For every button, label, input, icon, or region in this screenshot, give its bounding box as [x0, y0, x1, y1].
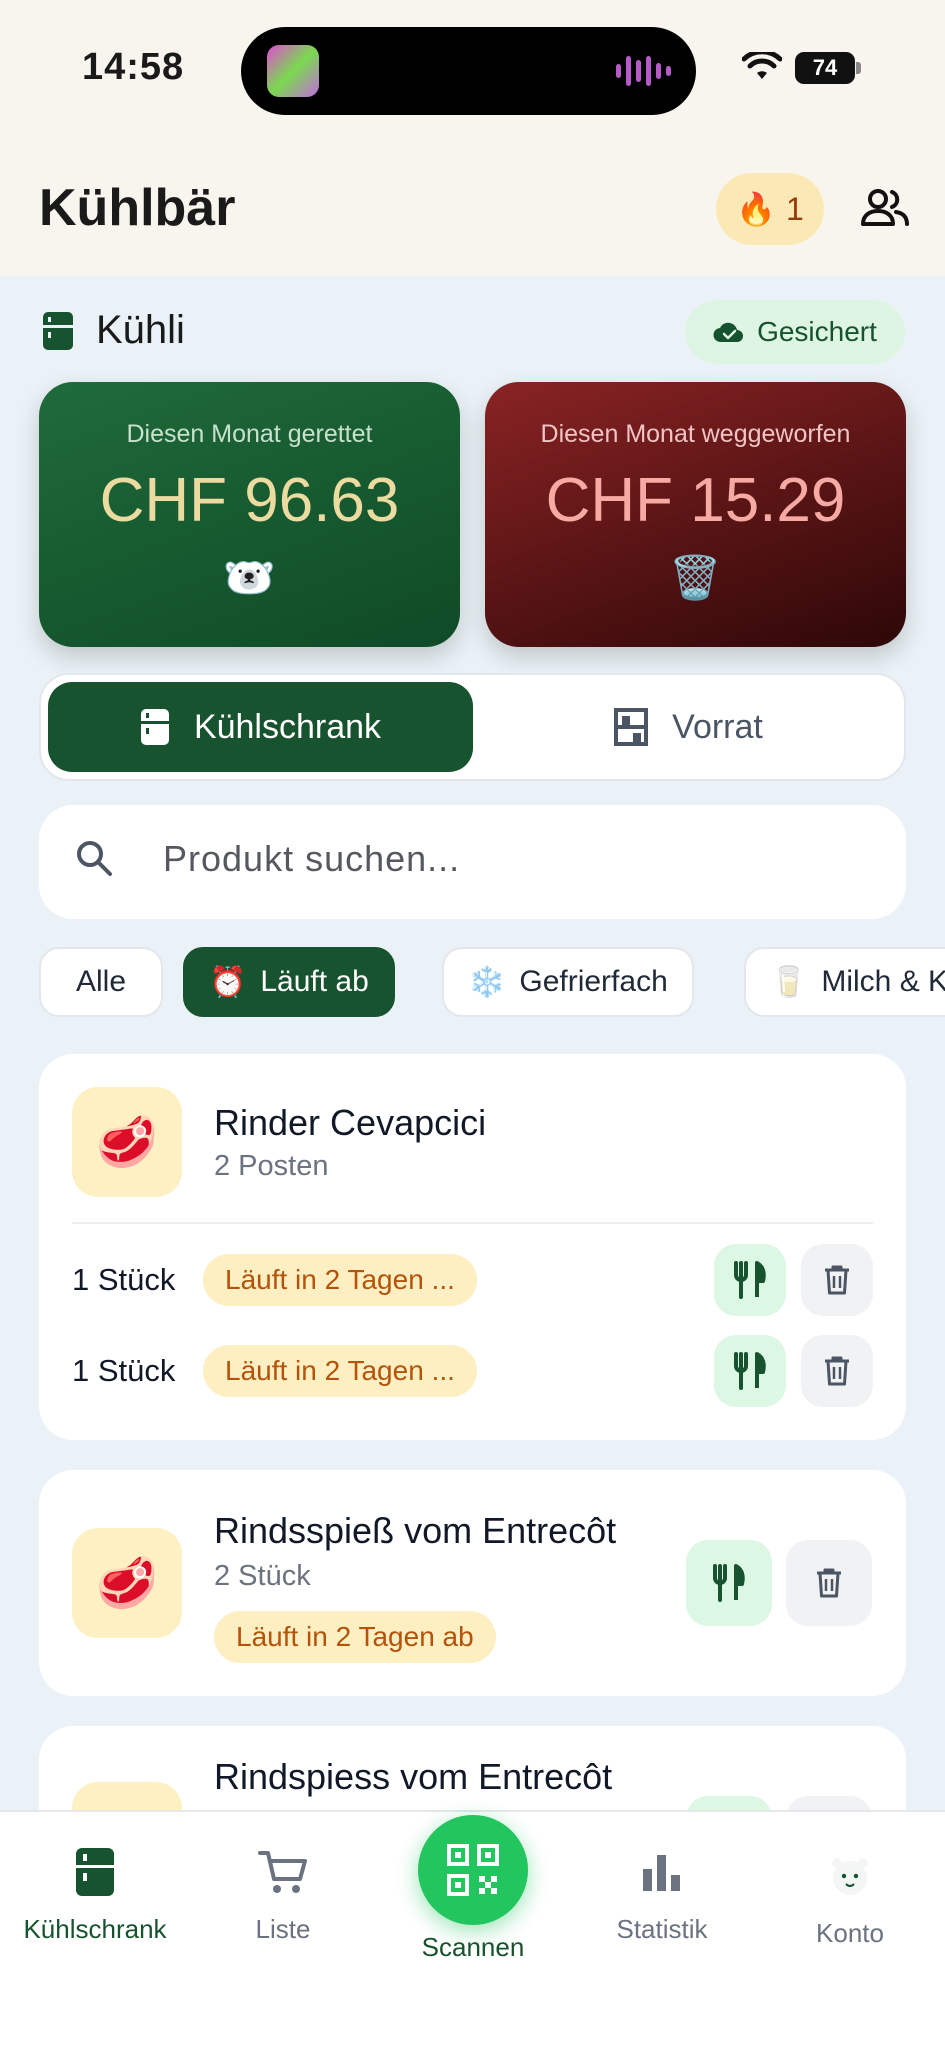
shelf-icon: [614, 708, 649, 746]
eat-button[interactable]: [714, 1335, 786, 1407]
cloud-check-icon: [713, 322, 744, 343]
tab-fridge-label: Kühlschrank: [193, 707, 382, 746]
trash-icon: [825, 1265, 849, 1295]
trash-can-icon: 🗑️: [669, 554, 722, 601]
dynamic-island: [241, 27, 696, 115]
alarm-clock-icon: ⏰: [209, 965, 247, 999]
tab-fridge[interactable]: Kühlschrank: [48, 682, 473, 772]
nav-stats-label: Statistik: [616, 1914, 708, 1944]
fridge-icon: [43, 311, 73, 350]
filter-chip-all[interactable]: Alle: [39, 947, 163, 1017]
trash-icon: [825, 1356, 849, 1386]
nav-list-label: Liste: [255, 1914, 311, 1944]
cart-icon: [258, 1851, 307, 1893]
fire-icon: 🔥: [736, 191, 777, 227]
status-time: 14:58: [82, 46, 185, 88]
product-name: Rinder Cevapcici: [214, 1102, 487, 1143]
wasted-amount: CHF 15.29: [545, 466, 846, 535]
people-icon[interactable]: [860, 188, 910, 228]
eat-button[interactable]: [714, 1244, 786, 1316]
top-area: 14:58 74 Kühlbär 🔥 1: [0, 0, 945, 276]
delete-button[interactable]: [801, 1335, 873, 1407]
product-name: Rindspiess vom Entrecôt: [214, 1756, 613, 1797]
battery-icon: 74: [795, 52, 855, 84]
battery-tip: [856, 62, 861, 74]
filter-chip-dairy[interactable]: 🥛 Milch & Käse: [744, 947, 945, 1017]
filter-chip-label: Alle: [75, 965, 127, 998]
nav-account[interactable]: Konto: [770, 1846, 930, 1949]
wasted-label: Diesen Monat weggeworfen: [540, 420, 851, 448]
island-app-icon: [267, 45, 319, 97]
search-input[interactable]: [163, 838, 863, 880]
product-subtitle: 2 Stück: [214, 1560, 311, 1592]
wifi-icon: [742, 52, 782, 79]
fridge-header: Kühli: [42, 308, 185, 353]
sync-status-badge: Gesichert: [685, 300, 905, 364]
filter-chip-label: Milch & Käse: [821, 965, 945, 998]
nav-account-label: Konto: [816, 1918, 884, 1948]
nav-list[interactable]: Liste: [203, 1842, 363, 1945]
tab-pantry-label: Vorrat: [672, 707, 763, 746]
expiry-badge: Läuft in 2 Tagen ...: [203, 1254, 477, 1306]
meat-icon: 🥩: [72, 1528, 182, 1638]
audio-wave-icon: [616, 55, 674, 87]
meat-icon: 🥩: [72, 1087, 182, 1197]
divider: [72, 1222, 873, 1224]
product-name: Rindsspieß vom Entrecôt: [214, 1510, 617, 1551]
streak-count: 1: [786, 190, 804, 227]
expiry-badge: Läuft in 2 Tagen ab: [214, 1611, 496, 1663]
fridge-icon: [140, 709, 169, 745]
product-subtitle: 2 Posten: [214, 1150, 329, 1182]
delete-button[interactable]: [786, 1540, 872, 1626]
eat-button[interactable]: [686, 1540, 772, 1626]
app-title: Kühlbär: [39, 179, 236, 237]
delete-button[interactable]: [801, 1244, 873, 1316]
storage-segment-control: Kühlschrank Vorrat: [39, 673, 906, 781]
nav-stats[interactable]: Statistik: [582, 1842, 742, 1945]
fork-knife-icon: [734, 1352, 766, 1390]
scan-button[interactable]: [418, 1815, 528, 1925]
filter-chip-expiring[interactable]: ⏰ Läuft ab: [183, 947, 395, 1017]
nav-fridge-label: Kühlschrank: [23, 1914, 167, 1944]
sync-status-label: Gesichert: [757, 316, 877, 347]
filter-chip-label: Läuft ab: [260, 965, 369, 998]
nav-fridge[interactable]: Kühlschrank: [15, 1842, 175, 1945]
fork-knife-icon: [713, 1564, 745, 1602]
tab-pantry[interactable]: Vorrat: [476, 682, 901, 772]
product-card[interactable]: 🥩 Rinder Cevapcici 2 Posten 1 Stück Läuf…: [39, 1054, 906, 1440]
streak-badge[interactable]: 🔥 1: [716, 173, 824, 245]
qr-code-icon: [447, 1844, 499, 1896]
trash-icon: [817, 1568, 841, 1598]
filter-chip-freezer[interactable]: ❄️ Gefrierfach: [442, 947, 694, 1017]
saved-money-card[interactable]: Diesen Monat gerettet CHF 96.63 🐻‍❄️: [39, 382, 460, 647]
saved-label: Diesen Monat gerettet: [126, 420, 373, 448]
search-icon: [77, 841, 112, 876]
expiry-badge: Läuft in 2 Tagen ...: [203, 1345, 477, 1397]
product-card[interactable]: 🥩 Rindsspieß vom Entrecôt 2 Stück Läuft …: [39, 1470, 906, 1696]
saved-amount: CHF 96.63: [99, 466, 400, 535]
bar-chart-icon: [643, 1855, 680, 1891]
filter-chip-label: Gefrierfach: [519, 965, 668, 998]
fridge-name: Kühli: [96, 308, 185, 352]
filter-chips: Alle ⏰ Läuft ab ❄️ Gefrierfach 🥛 Milch &…: [39, 947, 945, 1017]
polar-bear-icon: 🐻‍❄️: [223, 554, 276, 601]
entry-quantity: 1 Stück: [72, 1353, 176, 1388]
snowflake-icon: ❄️: [468, 965, 506, 999]
wasted-money-card[interactable]: Diesen Monat weggeworfen CHF 15.29 🗑️: [485, 382, 906, 647]
fork-knife-icon: [734, 1261, 766, 1299]
fridge-icon: [76, 1848, 114, 1896]
entry-quantity: 1 Stück: [72, 1262, 176, 1297]
milk-glass-icon: 🥛: [770, 965, 808, 999]
scan-label: Scannen: [421, 1932, 525, 1962]
bear-avatar-icon: [832, 1858, 868, 1895]
